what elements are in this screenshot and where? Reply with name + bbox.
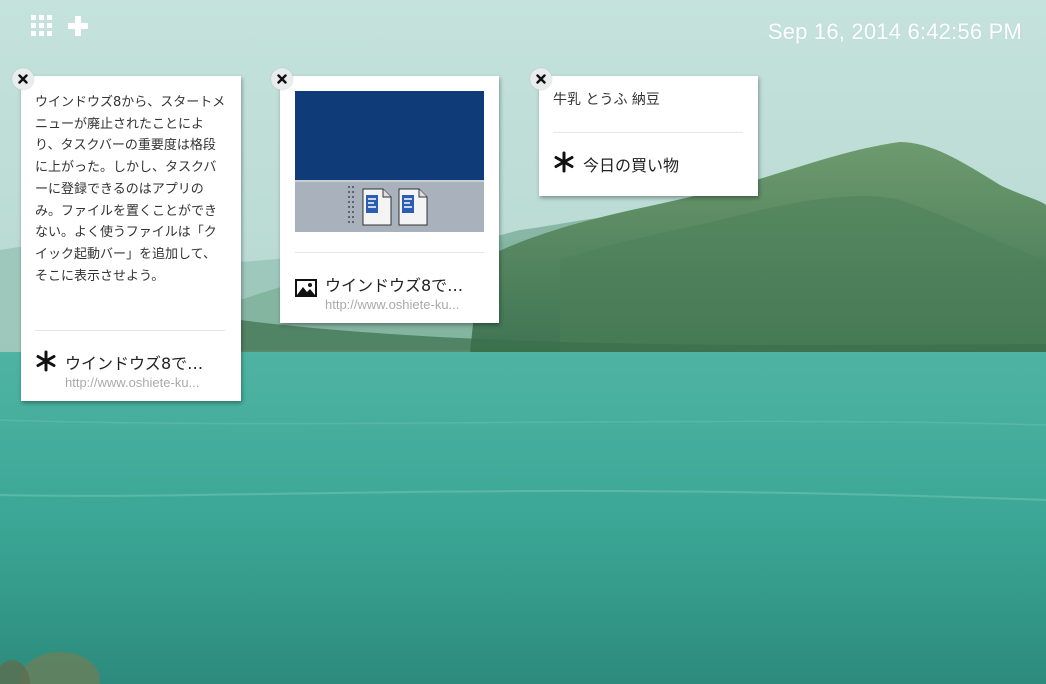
top-bar: Sep 16, 2014 6:42:56 PM: [0, 0, 1046, 60]
divider: [295, 252, 484, 253]
taskbar-screenshot[interactable]: [295, 91, 484, 232]
link-row[interactable]: ウインドウズ8で… http://www.oshiete-ku...: [35, 350, 227, 390]
close-icon[interactable]: [530, 68, 552, 90]
close-icon[interactable]: [271, 68, 293, 90]
asterisk-icon: [553, 151, 575, 177]
divider: [35, 330, 225, 331]
clock: Sep 16, 2014 6:42:56 PM: [767, 19, 1022, 44]
divider: [553, 132, 743, 133]
tag-label: 今日の買い物: [583, 156, 680, 175]
link-title[interactable]: ウインドウズ8で…: [325, 272, 485, 296]
image-clip-card[interactable]: ウインドウズ8で… http://www.oshiete-ku...: [271, 68, 499, 323]
image-icon: [295, 272, 317, 303]
memo-text: 牛乳 とうふ 納豆: [553, 92, 660, 108]
link-row[interactable]: ウインドウズ8で… http://www.oshiete-ku...: [295, 272, 485, 312]
asterisk-icon: [35, 350, 57, 376]
link-title[interactable]: ウインドウズ8で…: [65, 350, 227, 374]
close-icon[interactable]: [12, 68, 34, 90]
grid-icon[interactable]: [31, 15, 53, 37]
link-url: http://www.oshiete-ku...: [325, 297, 460, 312]
note-text: ウインドウズ8から、スタートメニューが廃止されたことにより、タスクバーの重要度は…: [35, 95, 226, 284]
text-note-card[interactable]: ウインドウズ8から、スタートメニューが廃止されたことにより、タスクバーの重要度は…: [12, 68, 241, 401]
link-url: http://www.oshiete-ku...: [65, 375, 200, 390]
memo-card[interactable]: 牛乳 とうふ 納豆 今日の買い物: [530, 68, 758, 196]
tag-row[interactable]: 今日の買い物: [553, 151, 679, 177]
plus-icon[interactable]: [66, 14, 90, 38]
